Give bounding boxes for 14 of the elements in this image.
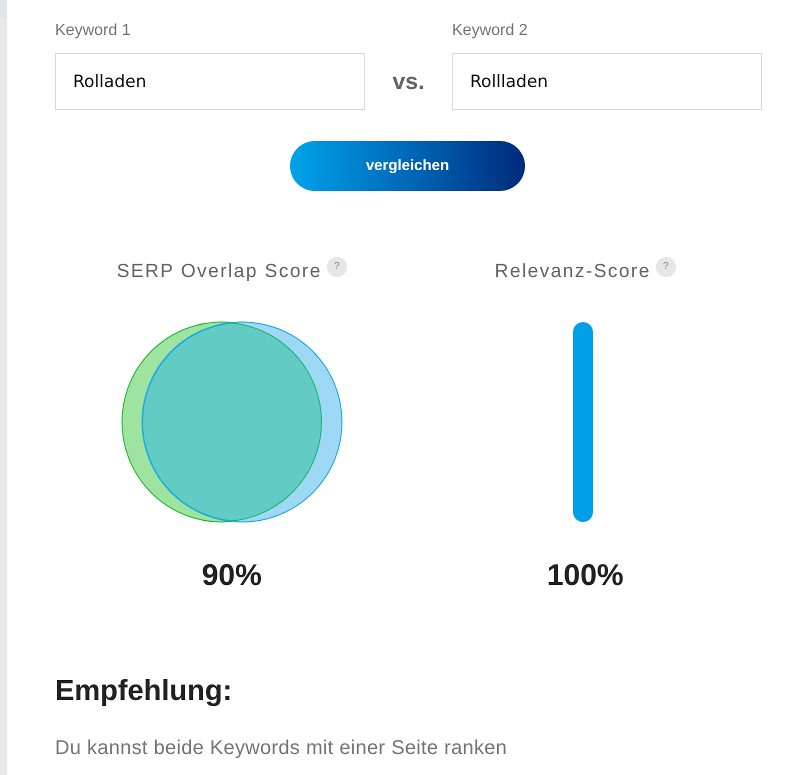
keyword-input[interactable]: Rolladen [55,53,365,110]
score-value: 100% [546,559,624,593]
help-button[interactable]: ? [656,257,676,277]
field-label: Keyword 2 [452,21,528,41]
keyword-input[interactable]: Rollladen [452,53,762,110]
score-title: SERP Overlap Score [116,260,322,283]
help-button[interactable]: ? [326,257,347,277]
score-value: 90% [202,559,262,593]
compare-button[interactable]: vergleichen [290,141,525,191]
versus-label: vs. [392,67,424,96]
field-label: Keyword 1 [55,21,131,41]
recommendation-text: Du kannst beide Keywords mit einer Seite ranken [55,736,508,761]
score-title: Relevanz-Score [494,260,651,283]
recommendation-heading: Empfehlung: [55,674,232,708]
